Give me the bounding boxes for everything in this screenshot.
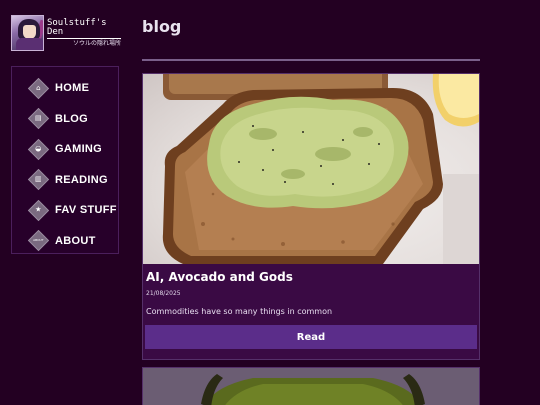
site-title: Soulstuff's Den — [46, 19, 121, 39]
about-icon: ABOUT — [27, 230, 50, 252]
star-icon: ★ — [27, 199, 50, 221]
post-title[interactable]: AI, Avocado and Gods — [146, 270, 293, 284]
site-logo[interactable]: Soulstuff's Den ソウルの隠れ場所 — [11, 15, 121, 51]
nav-item-reading[interactable]: ▥ READING — [12, 165, 118, 196]
page-title: blog — [142, 17, 182, 36]
blog-post-card-preview[interactable] — [142, 367, 480, 405]
nav-item-fav-stuff[interactable]: ★ FAV STUFF — [12, 195, 118, 226]
nav-item-gaming[interactable]: ◒ GAMING — [12, 134, 118, 165]
gamepad-icon: ◒ — [27, 138, 50, 160]
post-description: Commodities have so many things in commo… — [146, 307, 333, 316]
home-icon: ⌂ — [27, 77, 50, 99]
book-icon: ▥ — [27, 169, 50, 191]
nav-item-label: FAV STUFF — [55, 204, 117, 217]
read-button[interactable]: Read — [145, 325, 477, 349]
avocado-toast-image[interactable] — [143, 74, 479, 264]
avatar — [11, 15, 44, 51]
nav-item-label: HOME — [55, 82, 90, 95]
nav-item-label: GAMING — [55, 143, 103, 156]
nav-item-label: READING — [55, 173, 108, 186]
nav-item-label: BLOG — [55, 112, 88, 125]
post-date: 21/08/2025 — [146, 290, 181, 297]
nav-item-blog[interactable]: ▤ BLOG — [12, 104, 118, 135]
site-subtitle: ソウルの隠れ場所 — [72, 40, 121, 47]
nav-item-label: ABOUT — [55, 234, 96, 247]
blog-post-card: AI, Avocado and Gods 21/08/2025 Commodit… — [142, 73, 480, 360]
nav-item-about[interactable]: ABOUT ABOUT — [12, 226, 118, 257]
title-divider — [142, 59, 480, 61]
post-thumbnail-image — [143, 368, 479, 405]
document-icon: ▤ — [27, 108, 50, 130]
sidebar-nav: ⌂ HOME ▤ BLOG ◒ GAMING ▥ READING ★ FAV S… — [11, 66, 119, 254]
nav-item-home[interactable]: ⌂ HOME — [12, 73, 118, 104]
